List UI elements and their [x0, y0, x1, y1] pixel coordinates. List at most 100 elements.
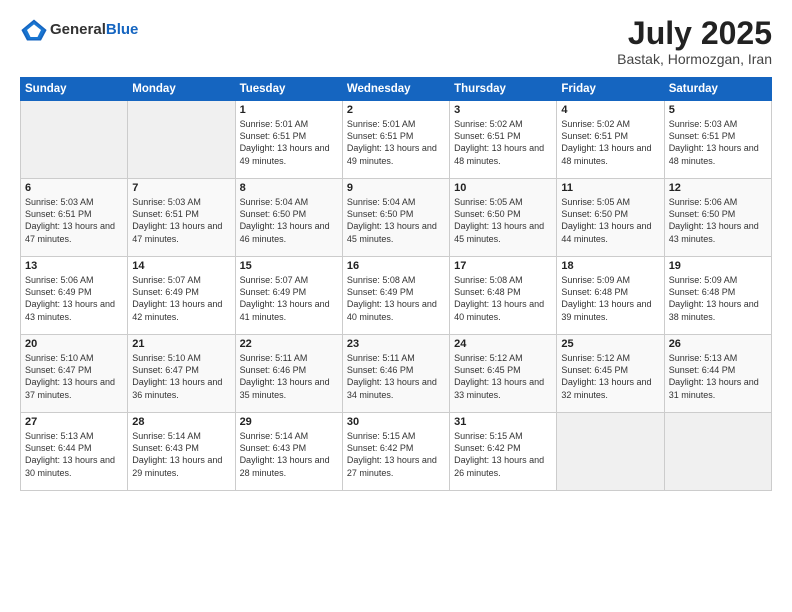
logo: GeneralBlue — [20, 16, 138, 44]
day-number: 7 — [132, 182, 230, 194]
day-number: 21 — [132, 338, 230, 350]
day-header-tuesday: Tuesday — [235, 78, 342, 101]
day-number: 10 — [454, 182, 552, 194]
day-number: 17 — [454, 260, 552, 272]
calendar-cell: 11 Sunrise: 5:05 AMSunset: 6:50 PMDayligh… — [557, 179, 664, 257]
cell-info: Sunrise: 5:05 AMSunset: 6:50 PMDaylight:… — [561, 196, 659, 245]
calendar-cell: 2 Sunrise: 5:01 AMSunset: 6:51 PMDaylight… — [342, 101, 449, 179]
cell-info: Sunrise: 5:04 AMSunset: 6:50 PMDaylight:… — [347, 196, 445, 245]
header: GeneralBlue July 2025 Bastak, Hormozgan,… — [20, 16, 772, 67]
cell-info: Sunrise: 5:06 AMSunset: 6:49 PMDaylight:… — [25, 274, 123, 323]
calendar-cell: 18Sunrise: 5:09 AMSunset: 6:48 PMDayligh… — [557, 257, 664, 335]
calendar-cell: 27 Sunrise: 5:13 AMSunset: 6:44 PMDayligh… — [21, 413, 128, 491]
week-row-1: 6 Sunrise: 5:03 AMSunset: 6:51 PMDaylight… — [21, 179, 772, 257]
logo-general: General — [50, 21, 106, 38]
day-number: 14 — [132, 260, 230, 272]
day-header-thursday: Thursday — [450, 78, 557, 101]
logo-text: GeneralBlue — [50, 21, 138, 39]
day-number: 12 — [669, 182, 767, 194]
calendar-table: SundayMondayTuesdayWednesdayThursdayFrid… — [20, 77, 772, 491]
calendar-cell: 16Sunrise: 5:08 AMSunset: 6:49 PMDayligh… — [342, 257, 449, 335]
cell-info: Sunrise: 5:13 AMSunset: 6:44 PMDaylight:… — [25, 430, 123, 479]
day-header-sunday: Sunday — [21, 78, 128, 101]
cell-info: Sunrise: 5:12 AMSunset: 6:45 PMDaylight:… — [454, 352, 552, 401]
calendar-cell: 5 Sunrise: 5:03 AMSunset: 6:51 PMDaylight… — [664, 101, 771, 179]
day-header-saturday: Saturday — [664, 78, 771, 101]
day-number: 28 — [132, 416, 230, 428]
calendar-cell: 28 Sunrise: 5:14 AMSunset: 6:43 PMDayligh… — [128, 413, 235, 491]
cell-info: Sunrise: 5:07 AMSunset: 6:49 PMDaylight:… — [132, 274, 230, 323]
day-number: 8 — [240, 182, 338, 194]
logo-icon — [20, 16, 48, 44]
calendar-cell: 7 Sunrise: 5:03 AMSunset: 6:51 PMDaylight… — [128, 179, 235, 257]
cell-info: Sunrise: 5:12 AMSunset: 6:45 PMDaylight:… — [561, 352, 659, 401]
day-number: 15 — [240, 260, 338, 272]
calendar-cell: 6 Sunrise: 5:03 AMSunset: 6:51 PMDaylight… — [21, 179, 128, 257]
calendar-cell: 14 Sunrise: 5:07 AMSunset: 6:49 PMDayligh… — [128, 257, 235, 335]
cell-info: Sunrise: 5:01 AMSunset: 6:51 PMDaylight:… — [347, 118, 445, 167]
cell-info: Sunrise: 5:11 AMSunset: 6:46 PMDaylight:… — [347, 352, 445, 401]
cell-info: Sunrise: 5:02 AMSunset: 6:51 PMDaylight:… — [454, 118, 552, 167]
calendar-page: GeneralBlue July 2025 Bastak, Hormozgan,… — [0, 0, 792, 612]
day-number: 22 — [240, 338, 338, 350]
day-header-wednesday: Wednesday — [342, 78, 449, 101]
calendar-location: Bastak, Hormozgan, Iran — [617, 51, 772, 67]
calendar-cell — [128, 101, 235, 179]
calendar-cell: 24 Sunrise: 5:12 AMSunset: 6:45 PMDayligh… — [450, 335, 557, 413]
calendar-title: July 2025 — [617, 16, 772, 51]
day-header-friday: Friday — [557, 78, 664, 101]
day-number: 18 — [561, 260, 659, 272]
cell-info: Sunrise: 5:05 AMSunset: 6:50 PMDaylight:… — [454, 196, 552, 245]
cell-info: Sunrise: 5:03 AMSunset: 6:51 PMDaylight:… — [132, 196, 230, 245]
week-row-4: 27 Sunrise: 5:13 AMSunset: 6:44 PMDayligh… — [21, 413, 772, 491]
calendar-cell — [21, 101, 128, 179]
cell-info: Sunrise: 5:02 AMSunset: 6:51 PMDaylight:… — [561, 118, 659, 167]
calendar-cell: 10 Sunrise: 5:05 AMSunset: 6:50 PMDayligh… — [450, 179, 557, 257]
day-number: 26 — [669, 338, 767, 350]
day-number: 27 — [25, 416, 123, 428]
day-number: 3 — [454, 104, 552, 116]
calendar-cell: 19Sunrise: 5:09 AMSunset: 6:48 PMDayligh… — [664, 257, 771, 335]
cell-info: Sunrise: 5:07 AMSunset: 6:49 PMDaylight:… — [240, 274, 338, 323]
day-number: 24 — [454, 338, 552, 350]
calendar-cell: 29 Sunrise: 5:14 AMSunset: 6:43 PMDayligh… — [235, 413, 342, 491]
day-number: 6 — [25, 182, 123, 194]
cell-info: Sunrise: 5:15 AMSunset: 6:42 PMDaylight:… — [347, 430, 445, 479]
calendar-cell: 9 Sunrise: 5:04 AMSunset: 6:50 PMDaylight… — [342, 179, 449, 257]
logo-blue: Blue — [106, 21, 139, 38]
cell-info: Sunrise: 5:06 AMSunset: 6:50 PMDaylight:… — [669, 196, 767, 245]
week-row-3: 20Sunrise: 5:10 AMSunset: 6:47 PMDayligh… — [21, 335, 772, 413]
cell-info: Sunrise: 5:04 AMSunset: 6:50 PMDaylight:… — [240, 196, 338, 245]
cell-info: Sunrise: 5:03 AMSunset: 6:51 PMDaylight:… — [669, 118, 767, 167]
title-block: July 2025 Bastak, Hormozgan, Iran — [617, 16, 772, 67]
calendar-cell: 23Sunrise: 5:11 AMSunset: 6:46 PMDayligh… — [342, 335, 449, 413]
calendar-cell: 3 Sunrise: 5:02 AMSunset: 6:51 PMDaylight… — [450, 101, 557, 179]
day-number: 25 — [561, 338, 659, 350]
calendar-cell: 22Sunrise: 5:11 AMSunset: 6:46 PMDayligh… — [235, 335, 342, 413]
cell-info: Sunrise: 5:09 AMSunset: 6:48 PMDaylight:… — [669, 274, 767, 323]
day-number: 2 — [347, 104, 445, 116]
day-number: 4 — [561, 104, 659, 116]
calendar-cell — [557, 413, 664, 491]
calendar-cell: 12 Sunrise: 5:06 AMSunset: 6:50 PMDayligh… — [664, 179, 771, 257]
cell-info: Sunrise: 5:10 AMSunset: 6:47 PMDaylight:… — [25, 352, 123, 401]
calendar-cell: 15 Sunrise: 5:07 AMSunset: 6:49 PMDayligh… — [235, 257, 342, 335]
cell-info: Sunrise: 5:01 AMSunset: 6:51 PMDaylight:… — [240, 118, 338, 167]
day-number: 16 — [347, 260, 445, 272]
day-number: 13 — [25, 260, 123, 272]
calendar-cell: 1Sunrise: 5:01 AMSunset: 6:51 PMDaylight… — [235, 101, 342, 179]
day-number: 29 — [240, 416, 338, 428]
day-number: 5 — [669, 104, 767, 116]
cell-info: Sunrise: 5:10 AMSunset: 6:47 PMDaylight:… — [132, 352, 230, 401]
calendar-cell: 30Sunrise: 5:15 AMSunset: 6:42 PMDayligh… — [342, 413, 449, 491]
calendar-cell: 26 Sunrise: 5:13 AMSunset: 6:44 PMDayligh… — [664, 335, 771, 413]
calendar-cell: 17Sunrise: 5:08 AMSunset: 6:48 PMDayligh… — [450, 257, 557, 335]
calendar-cell: 21 Sunrise: 5:10 AMSunset: 6:47 PMDayligh… — [128, 335, 235, 413]
cell-info: Sunrise: 5:03 AMSunset: 6:51 PMDaylight:… — [25, 196, 123, 245]
day-number: 11 — [561, 182, 659, 194]
cell-info: Sunrise: 5:14 AMSunset: 6:43 PMDaylight:… — [240, 430, 338, 479]
calendar-cell: 13 Sunrise: 5:06 AMSunset: 6:49 PMDayligh… — [21, 257, 128, 335]
cell-info: Sunrise: 5:13 AMSunset: 6:44 PMDaylight:… — [669, 352, 767, 401]
day-number: 9 — [347, 182, 445, 194]
cell-info: Sunrise: 5:14 AMSunset: 6:43 PMDaylight:… — [132, 430, 230, 479]
